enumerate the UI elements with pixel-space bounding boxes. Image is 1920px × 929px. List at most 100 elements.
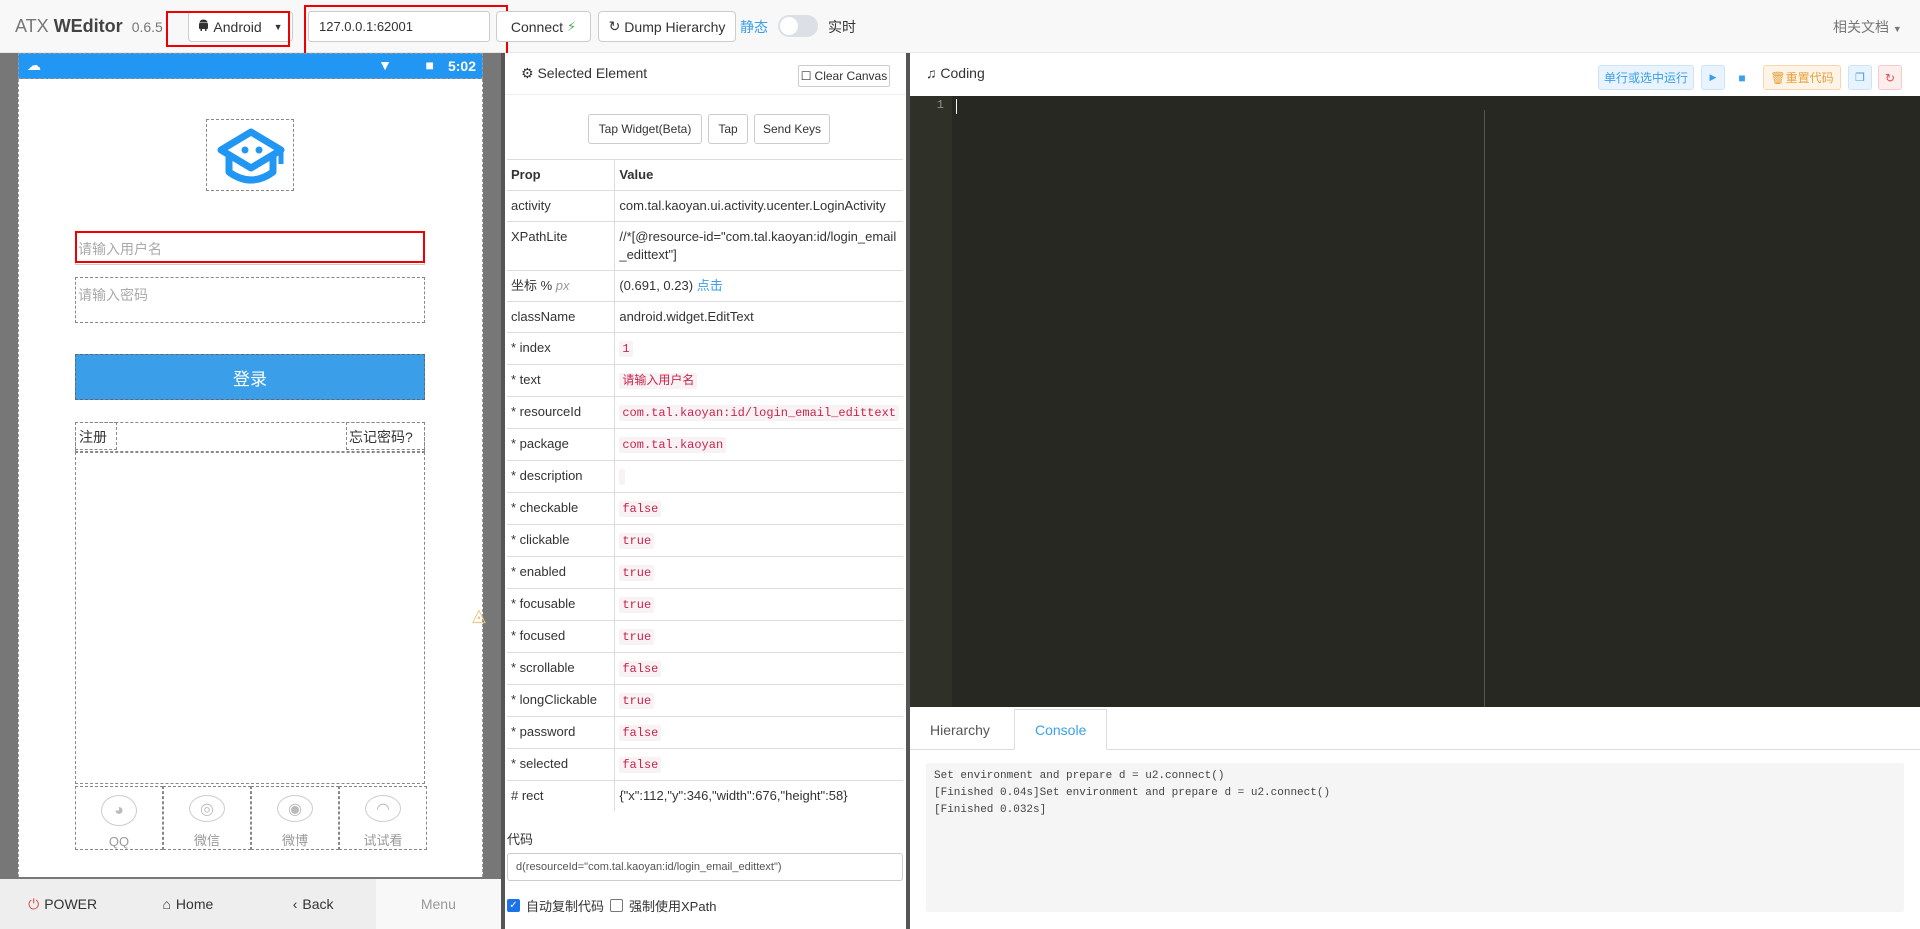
coding-title-text: Coding (940, 65, 985, 81)
plug-icon: ⚡ (567, 18, 577, 34)
reset-code-button[interactable]: 🗑 重置代码 (1763, 65, 1841, 90)
auto-copy-checkbox[interactable]: ✓ (507, 899, 520, 912)
music-note-icon: ♫ (926, 65, 937, 81)
prop-value-cell[interactable]: android.widget.EditText (614, 301, 903, 333)
prop-value[interactable]: true (619, 565, 655, 581)
stop-button[interactable]: ■ (1730, 65, 1754, 90)
prop-value-cell: (0.691, 0.23) 点击 (614, 270, 903, 302)
mode-live-label: 实时 (828, 19, 856, 35)
android-notification-icon: ☁ (27, 57, 41, 73)
reset-code-label: 重置代码 (1785, 71, 1834, 85)
prop-name: * password (507, 716, 616, 749)
prop-value-cell[interactable]: //*[@resource-id="com.tal.kaoyan:id/logi… (614, 221, 903, 271)
play-button[interactable]: ▶ (1701, 65, 1725, 90)
live-mode-toggle[interactable] (778, 15, 818, 37)
prop-name: * scrollable (507, 652, 616, 685)
value-header: Value (614, 159, 903, 191)
prop-value-cell[interactable]: com.tal.kaoyan.ui.activity.ucenter.Login… (614, 190, 903, 222)
prop-value[interactable]: true (619, 629, 655, 645)
social-login-weibo[interactable]: ◉ 微博 (251, 786, 339, 850)
login-button[interactable]: 登录 (75, 354, 425, 400)
trash-icon: 🗑 (1770, 70, 1786, 85)
android-icon (198, 19, 209, 34)
prop-value[interactable]: false (619, 661, 662, 677)
prop-value[interactable]: com.tal.kaoyan (619, 437, 727, 453)
prop-value[interactable]: true (619, 693, 655, 709)
toggle-knob (780, 17, 798, 35)
username-placeholder: 请输入用户名 (78, 241, 162, 257)
social-login-qq[interactable]: ◕ QQ (75, 786, 163, 850)
menu-button[interactable]: Menu (375, 879, 501, 929)
force-xpath-checkbox[interactable] (610, 899, 624, 912)
send-keys-button[interactable]: Send Keys (754, 114, 830, 144)
prop-value[interactable]: com.tal.kaoyan:id/login_email_edittext (619, 405, 899, 421)
tab-console[interactable]: Console (1014, 709, 1108, 750)
dump-hierarchy-button[interactable]: ↻ Dump Hierarchy (598, 11, 736, 42)
run-selection-button[interactable]: 单行或选中运行 (1598, 65, 1694, 90)
coord-click-link[interactable]: 点击 (697, 278, 723, 293)
table-header-row: Prop Value (507, 159, 903, 191)
square-icon: ☐ (800, 69, 812, 83)
home-button[interactable]: ⌂ Home (125, 879, 250, 929)
prop-value[interactable]: 1 (619, 341, 633, 357)
code-editor[interactable]: 1 (910, 96, 1920, 707)
prop-value[interactable] (619, 469, 626, 485)
table-row: className android.widget.EditText (507, 301, 903, 333)
connect-label: Connect (510, 18, 563, 35)
prop-value-cell: false (614, 748, 903, 781)
inspector-title: ⚙ Selected Element (521, 65, 647, 82)
prop-value-cell: true (614, 556, 903, 589)
prop-value[interactable]: true (619, 533, 655, 549)
version-label: 0.6.5 (131, 19, 163, 35)
docs-menu[interactable]: 相关文档 ▼ (1833, 17, 1902, 37)
clear-canvas-button[interactable]: ☐ Clear Canvas (798, 65, 890, 87)
table-row-coordinates: 坐标 % px (0.691, 0.23) 点击 (507, 270, 903, 302)
console-output: Set environment and prepare d = u2.conne… (926, 763, 1904, 912)
prop-name: * index (507, 332, 616, 365)
prop-name: * selected (507, 748, 616, 781)
brand[interactable]: ATX WEditor 0.6.5 (15, 16, 163, 37)
power-label: POWER (44, 896, 98, 912)
prop-value-cell: false (614, 652, 903, 685)
copy-button[interactable]: ❐ (1848, 65, 1872, 90)
reload-button[interactable]: ↻ (1878, 65, 1902, 90)
prop-value-cell: true (614, 524, 903, 557)
prop-value[interactable]: 请输入用户名 (619, 373, 698, 389)
code-label: 代码 (507, 832, 534, 847)
copy-icon: ❐ (1855, 72, 1865, 84)
prop-value[interactable]: false (619, 725, 662, 741)
tab-hierarchy[interactable]: Hierarchy (910, 709, 1010, 750)
prop-value-cell[interactable]: {"x":112,"y":346,"width":676,"height":58… (614, 780, 903, 811)
prop-name: XPathLite (507, 221, 616, 271)
prop-value-cell: com.tal.kaoyan:id/login_email_edittext (614, 396, 903, 429)
power-icon: ⏻ (28, 895, 40, 912)
tap-widget-button[interactable]: Tap Widget(Beta) (588, 114, 702, 144)
table-row: * text 请输入用户名 (507, 364, 903, 397)
connect-button[interactable]: Connect ⚡ (496, 11, 591, 42)
menu-label: Menu (420, 896, 456, 912)
editor-cursor (956, 99, 957, 114)
app-logo[interactable] (206, 119, 294, 191)
prop-value[interactable]: false (619, 757, 662, 773)
platform-dropdown[interactable]: Android ▼ (188, 11, 293, 42)
prop-value[interactable]: true (619, 597, 655, 613)
prop-value[interactable]: false (619, 501, 662, 517)
coord-unit-toggle[interactable]: px (556, 278, 570, 293)
caret-down-icon: ▼ (273, 21, 283, 32)
output-tabs: Hierarchy Console (910, 709, 1920, 750)
device-screen[interactable]: ☁ ▼ ■ 5:02 请输入用户名 请输入密码 登录 注册 忘记密码? ◕ QQ… (18, 53, 486, 877)
generated-code-input[interactable] (507, 853, 903, 881)
stop-icon: ■ (1738, 70, 1746, 85)
prop-name: * longClickable (507, 684, 616, 717)
social-login-trial[interactable]: ◠ 试试看 (339, 786, 427, 850)
prop-name: * clickable (507, 524, 616, 557)
floating-assistant-icon[interactable]: ◬ (472, 605, 486, 626)
prop-header: Prop (507, 159, 616, 191)
auto-copy-label: 自动复制代码 (526, 899, 605, 914)
device-address-input[interactable] (308, 11, 490, 42)
bounds-line (482, 79, 483, 877)
power-button[interactable]: ⏻ POWER (0, 879, 125, 929)
tap-button[interactable]: Tap (708, 114, 748, 144)
back-button[interactable]: ‹ Back (251, 879, 376, 929)
social-login-wechat[interactable]: ◎ 微信 (163, 786, 251, 850)
